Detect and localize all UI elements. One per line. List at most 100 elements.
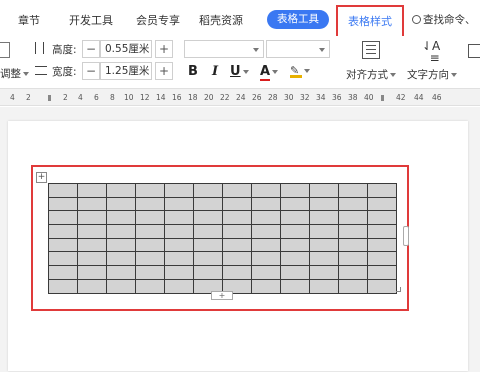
adjust-button[interactable]: 调整 (0, 66, 29, 81)
table-cell[interactable] (251, 237, 281, 253)
height-input[interactable]: 0.55厘米 (100, 40, 152, 58)
table-cell[interactable] (251, 278, 281, 294)
table-cell[interactable] (367, 237, 397, 253)
table-cell[interactable] (48, 278, 78, 294)
tab-chapter[interactable]: 章节 (18, 12, 40, 28)
table-cell[interactable] (77, 196, 107, 212)
width-input[interactable]: 1.25厘米 (100, 62, 152, 80)
table-cell[interactable] (164, 183, 194, 198)
table-adjust-icon[interactable] (0, 42, 10, 58)
table-cell[interactable] (77, 183, 107, 198)
table-cell[interactable] (309, 210, 339, 226)
table-cell[interactable] (193, 237, 223, 253)
table-cell[interactable] (135, 278, 165, 294)
table-grid[interactable] (48, 183, 397, 294)
table-cell[interactable] (164, 196, 194, 212)
table-resize-handle[interactable] (396, 287, 401, 292)
height-increase-button[interactable]: + (155, 40, 173, 58)
table-cell[interactable] (367, 224, 397, 239)
table-cell[interactable] (338, 251, 368, 267)
table-cell[interactable] (338, 237, 368, 253)
width-increase-button[interactable]: + (155, 62, 173, 80)
table-cell[interactable] (77, 265, 107, 280)
table-cell[interactable] (48, 251, 78, 267)
table-cell[interactable] (193, 251, 223, 267)
highlight-button[interactable]: ✎ (290, 64, 310, 78)
table-cell[interactable] (106, 224, 136, 239)
table-cell[interactable] (48, 237, 78, 253)
add-column-handle[interactable] (403, 226, 409, 246)
table-cell[interactable] (222, 265, 252, 280)
table-cell[interactable] (338, 224, 368, 239)
table-cell[interactable] (367, 210, 397, 226)
tab-docer-resources[interactable]: 稻壳资源 (199, 12, 243, 28)
table-cell[interactable] (309, 224, 339, 239)
table-cell[interactable] (106, 237, 136, 253)
table-cell[interactable] (280, 210, 310, 226)
table-cell[interactable] (367, 183, 397, 198)
table-cell[interactable] (48, 183, 78, 198)
table-cell[interactable] (222, 210, 252, 226)
cell-margin-icon[interactable] (468, 44, 480, 58)
table-cell[interactable] (222, 251, 252, 267)
table-cell[interactable] (251, 196, 281, 212)
table-cell[interactable] (164, 237, 194, 253)
table-cell[interactable] (338, 196, 368, 212)
add-row-button[interactable]: + (211, 291, 233, 300)
tab-developer-tools[interactable]: 开发工具 (69, 12, 113, 28)
table-cell[interactable] (48, 265, 78, 280)
table-cell[interactable] (280, 265, 310, 280)
table-cell[interactable] (106, 183, 136, 198)
table-cell[interactable] (164, 265, 194, 280)
italic-button[interactable]: I (212, 64, 218, 79)
table-cell[interactable] (309, 278, 339, 294)
table-cell[interactable] (135, 183, 165, 198)
table-cell[interactable] (251, 265, 281, 280)
underline-button[interactable]: U (230, 64, 249, 79)
table-cell[interactable] (164, 278, 194, 294)
table-cell[interactable] (251, 210, 281, 226)
command-search[interactable]: 查找命令、 (412, 12, 476, 27)
table-cell[interactable] (135, 196, 165, 212)
width-decrease-button[interactable]: − (82, 62, 100, 80)
table-cell[interactable] (251, 183, 281, 198)
ruler-column-marker[interactable] (381, 95, 384, 101)
table-cell[interactable] (77, 237, 107, 253)
table-cell[interactable] (48, 224, 78, 239)
tab-table-tools[interactable]: 表格工具 (267, 10, 329, 29)
table-cell[interactable] (222, 237, 252, 253)
horizontal-ruler[interactable]: 4 2 2 4 6 8 10 12 14 16 18 20 22 24 26 2… (0, 88, 480, 106)
bold-button[interactable]: B (188, 64, 198, 79)
table-cell[interactable] (193, 196, 223, 212)
table-cell[interactable] (367, 265, 397, 280)
table-cell[interactable] (338, 278, 368, 294)
table-cell[interactable] (338, 183, 368, 198)
tab-table-style[interactable]: 表格样式 (336, 5, 404, 39)
table-move-handle[interactable]: + (36, 172, 47, 183)
table-cell[interactable] (222, 224, 252, 239)
table-cell[interactable] (222, 196, 252, 212)
table-cell[interactable] (135, 210, 165, 226)
tab-member[interactable]: 会员专享 (136, 12, 180, 28)
table-cell[interactable] (106, 278, 136, 294)
font-color-button[interactable]: A (260, 64, 279, 81)
table-cell[interactable] (164, 251, 194, 267)
align-button[interactable]: 对齐方式 (346, 67, 396, 82)
font-family-select[interactable] (184, 40, 264, 58)
table-cell[interactable] (338, 265, 368, 280)
font-size-select[interactable] (266, 40, 330, 58)
table-cell[interactable] (106, 251, 136, 267)
table-cell[interactable] (135, 251, 165, 267)
table-cell[interactable] (280, 183, 310, 198)
table-cell[interactable] (135, 265, 165, 280)
table-cell[interactable] (251, 251, 281, 267)
table-cell[interactable] (280, 251, 310, 267)
table-cell[interactable] (280, 237, 310, 253)
table-cell[interactable] (309, 237, 339, 253)
table-cell[interactable] (309, 196, 339, 212)
table-cell[interactable] (106, 210, 136, 226)
table-cell[interactable] (222, 183, 252, 198)
table-cell[interactable] (280, 278, 310, 294)
table-cell[interactable] (106, 265, 136, 280)
table-cell[interactable] (164, 210, 194, 226)
